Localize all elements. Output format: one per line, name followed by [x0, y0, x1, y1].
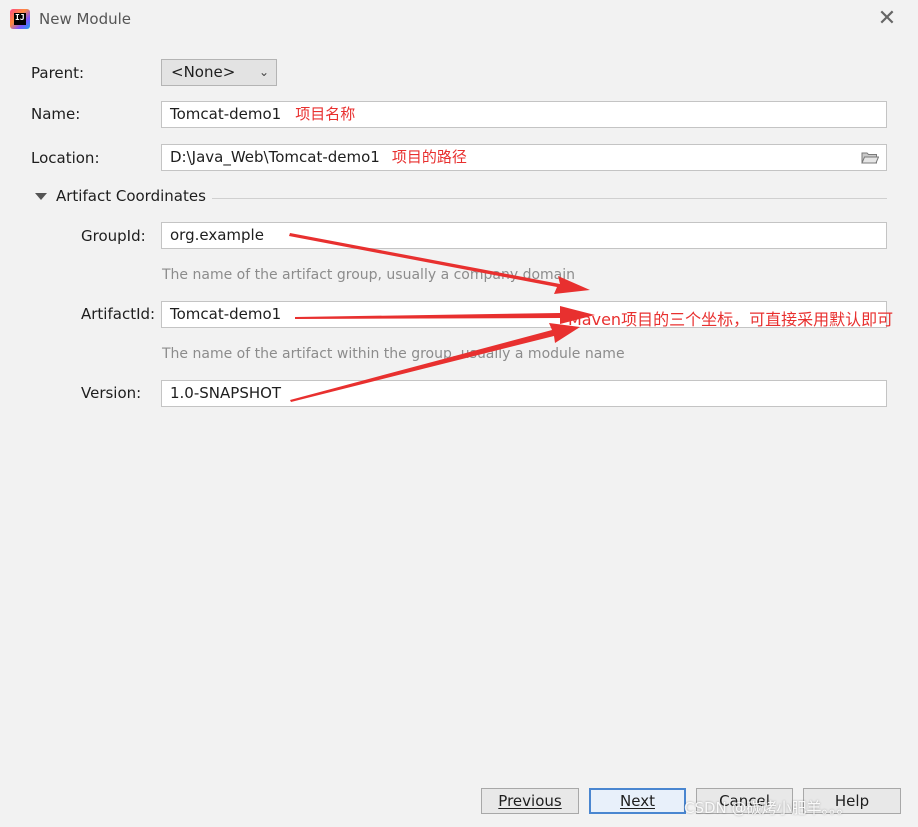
chevron-down-icon: ⌄	[258, 65, 269, 79]
version-value: 1.0-SNAPSHOT	[170, 384, 282, 402]
csdn-watermark: CSDN @碳烤小肥羊。。。	[684, 799, 852, 817]
intellij-icon: IJ	[10, 9, 30, 29]
name-annotation: 项目名称	[295, 105, 356, 123]
section-divider	[212, 198, 887, 199]
name-label: Name:	[31, 105, 81, 123]
version-input[interactable]: 1.0-SNAPSHOT	[161, 380, 887, 407]
location-label: Location:	[31, 149, 100, 167]
next-button[interactable]: Next	[589, 788, 686, 814]
name-input[interactable]: Tomcat-demo1 项目名称	[161, 101, 887, 128]
groupid-label: GroupId:	[81, 227, 146, 245]
groupid-value: org.example	[170, 226, 264, 244]
groupid-hint: The name of the artifact group, usually …	[162, 267, 575, 283]
artifactid-value: Tomcat-demo1	[170, 305, 282, 323]
location-value: D:\Java_Web\Tomcat-demo1	[170, 148, 380, 166]
parent-value: <None>	[171, 63, 236, 81]
next-label: Next	[620, 792, 655, 810]
maven-annotation: Maven项目的三个坐标，可直接采用默认即可	[568, 310, 894, 329]
location-annotation: 项目的路径	[391, 148, 467, 166]
triangle-down-icon	[35, 193, 47, 200]
section-label: Artifact Coordinates	[56, 187, 206, 205]
artifactid-hint: The name of the artifact within the grou…	[162, 346, 625, 362]
previous-label: Previous	[498, 792, 562, 810]
app-icon-text: IJ	[14, 13, 26, 25]
parent-label: Parent:	[31, 64, 85, 82]
groupid-input[interactable]: org.example	[161, 222, 887, 249]
window-title: New Module	[39, 10, 132, 28]
location-input[interactable]: D:\Java_Web\Tomcat-demo1 项目的路径	[161, 144, 887, 171]
new-module-dialog: IJ New Module ✕ Parent: <None> ⌄ Name: T…	[0, 0, 918, 827]
artifactid-label: ArtifactId:	[81, 305, 156, 323]
name-value: Tomcat-demo1	[170, 105, 282, 123]
close-icon[interactable]: ✕	[876, 6, 898, 32]
folder-icon[interactable]	[861, 151, 879, 164]
title-bar: IJ New Module ✕	[0, 0, 918, 38]
version-label: Version:	[81, 384, 142, 402]
previous-button[interactable]: Previous	[481, 788, 579, 814]
parent-dropdown[interactable]: <None> ⌄	[161, 59, 277, 86]
